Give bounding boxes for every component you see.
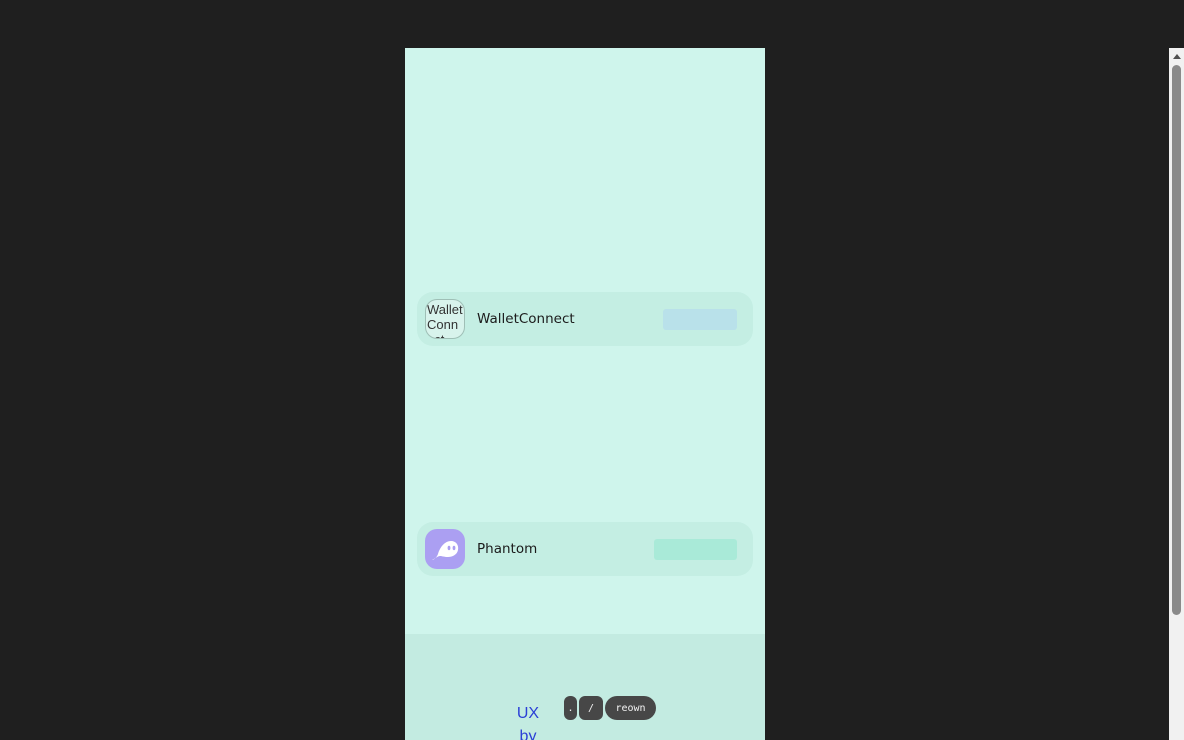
scroll-thumb[interactable] <box>1172 65 1181 615</box>
reown-badge-dot: . <box>564 696 577 720</box>
wallet-option-walletconnect[interactable]: WalletConnect WalletConnect <box>417 292 753 346</box>
phantom-ghost-icon <box>425 529 465 569</box>
reown-badge-slash: / <box>579 696 603 720</box>
wallet-name-walletconnect: WalletConnect <box>477 311 575 327</box>
wallet-option-phantom[interactable]: Phantom <box>417 522 753 576</box>
walletconnect-logo-alt-text: WalletConnect <box>427 302 463 338</box>
modal-footer: UX by . / reown <box>405 634 765 740</box>
walletconnect-tag-placeholder <box>663 308 737 330</box>
walletconnect-logo-icon: WalletConnect <box>425 299 465 339</box>
wallet-name-phantom: Phantom <box>477 541 538 557</box>
reown-badge-word: reown <box>605 696 656 720</box>
phantom-tag-placeholder <box>654 538 737 560</box>
page-scrollbar[interactable] <box>1169 48 1184 740</box>
wallet-modal: WalletConnect WalletConnect Phantom UX b… <box>405 48 765 740</box>
reown-logo[interactable]: . / reown <box>564 696 656 720</box>
ux-by-link[interactable]: UX by <box>513 702 543 740</box>
scroll-up-arrow-icon[interactable] <box>1169 48 1184 65</box>
